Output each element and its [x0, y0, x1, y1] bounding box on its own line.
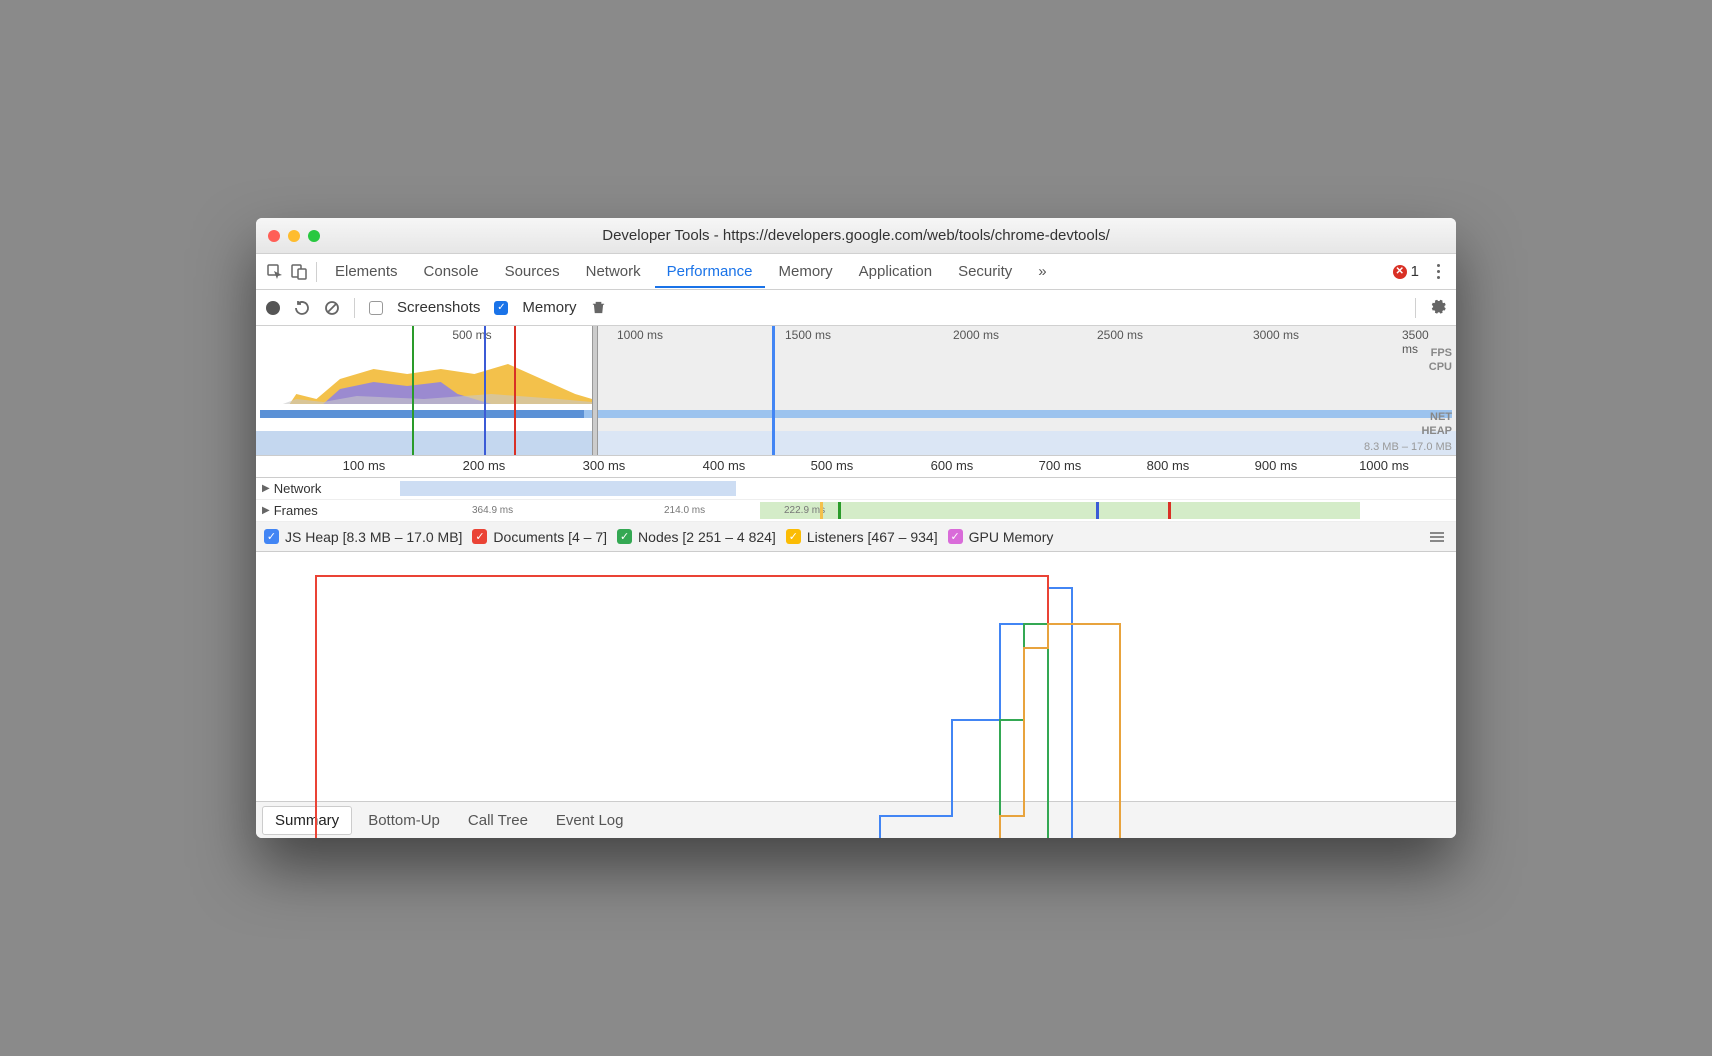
counter-documents[interactable]: ✓Documents [4 – 7]	[472, 529, 607, 545]
error-number: 1	[1411, 263, 1419, 280]
frames-bg	[760, 502, 1360, 519]
overview-ticks: 500 ms1000 ms1500 ms2000 ms2500 ms3000 m…	[256, 328, 1456, 344]
tab-elements[interactable]: Elements	[323, 255, 410, 288]
cursor-line	[772, 326, 775, 455]
window-title: Developer Tools - https://developers.goo…	[268, 227, 1444, 244]
net-bar-active	[260, 410, 584, 418]
separator	[1415, 298, 1416, 318]
counter-gpu[interactable]: ✓GPU Memory	[948, 529, 1054, 545]
zoom-icon[interactable]	[308, 230, 320, 242]
perf-toolbar: Screenshots ✓ Memory	[256, 290, 1456, 326]
hamburger-icon[interactable]	[1426, 528, 1448, 546]
counter-jsheap[interactable]: ✓JS Heap [8.3 MB – 17.0 MB]	[264, 529, 462, 545]
device-icon[interactable]	[288, 261, 310, 283]
tab-overflow[interactable]: »	[1026, 255, 1058, 288]
checkbox-icon: ✓	[472, 529, 487, 544]
memory-chart[interactable]	[256, 552, 1456, 802]
tab-network[interactable]: Network	[574, 255, 653, 288]
tab-sources[interactable]: Sources	[493, 255, 572, 288]
close-icon[interactable]	[268, 230, 280, 242]
expand-icon[interactable]: ▶	[262, 505, 270, 516]
tab-application[interactable]: Application	[847, 255, 944, 288]
memory-label: Memory	[522, 299, 576, 316]
main-tabs: Elements Console Sources Network Perform…	[256, 254, 1456, 290]
checkbox-icon: ✓	[948, 529, 963, 544]
tab-memory[interactable]: Memory	[767, 255, 845, 288]
error-icon: ✕	[1393, 265, 1407, 279]
range-handle[interactable]	[592, 326, 598, 455]
screenshots-checkbox[interactable]	[369, 301, 383, 315]
counter-listeners[interactable]: ✓Listeners [467 – 934]	[786, 529, 938, 545]
frames-track[interactable]: ▶ Frames 364.9 ms 214.0 ms 222.9 ms	[256, 500, 1456, 522]
record-button[interactable]	[266, 301, 280, 315]
tab-security[interactable]: Security	[946, 255, 1024, 288]
minimize-icon[interactable]	[288, 230, 300, 242]
titlebar: Developer Tools - https://developers.goo…	[256, 218, 1456, 254]
tab-performance[interactable]: Performance	[655, 255, 765, 288]
counter-nodes[interactable]: ✓Nodes [2 251 – 4 824]	[617, 529, 776, 545]
kebab-menu-icon[interactable]	[1429, 264, 1448, 279]
inspect-icon[interactable]	[264, 261, 286, 283]
checkbox-icon: ✓	[264, 529, 279, 544]
settings-icon[interactable]	[1430, 298, 1446, 318]
heap-range-label: 8.3 MB – 17.0 MB	[1364, 441, 1452, 453]
marker-green	[412, 326, 414, 455]
network-track[interactable]: ▶ Network	[256, 478, 1456, 500]
separator	[354, 298, 355, 318]
tab-console[interactable]: Console	[412, 255, 491, 288]
reload-button[interactable]	[294, 300, 310, 316]
checkbox-icon: ✓	[786, 529, 801, 544]
separator	[316, 262, 317, 282]
marker-red	[514, 326, 516, 455]
detail-ruler[interactable]: 100 ms200 ms300 ms400 ms500 ms600 ms700 …	[256, 456, 1456, 478]
overview-lane-labels: FPS CPU NET HEAP	[1421, 346, 1452, 438]
devtools-window: Developer Tools - https://developers.goo…	[256, 218, 1456, 838]
traffic-lights	[268, 230, 320, 242]
cpu-flame	[256, 344, 592, 404]
overview-timeline[interactable]: 500 ms1000 ms1500 ms2000 ms2500 ms3000 m…	[256, 326, 1456, 456]
counter-legend: ✓JS Heap [8.3 MB – 17.0 MB] ✓Documents […	[256, 522, 1456, 552]
error-count[interactable]: ✕ 1	[1393, 263, 1419, 280]
checkbox-icon: ✓	[617, 529, 632, 544]
clear-button[interactable]	[324, 300, 340, 316]
screenshots-label: Screenshots	[397, 299, 480, 316]
memory-checkbox[interactable]: ✓	[494, 301, 508, 315]
trash-icon[interactable]	[591, 300, 606, 315]
heap-fill-selected	[256, 431, 592, 455]
marker-blue	[484, 326, 486, 455]
expand-icon[interactable]: ▶	[262, 483, 270, 494]
